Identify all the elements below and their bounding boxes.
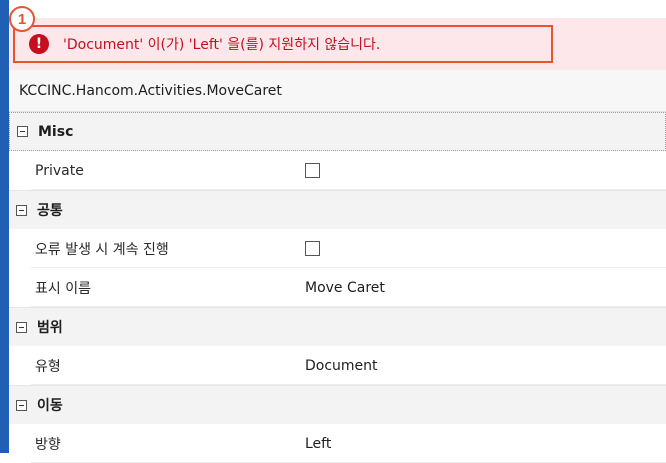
private-checkbox[interactable] [305, 163, 320, 178]
category-misc[interactable]: Misc [9, 112, 666, 151]
error-highlight-box: ! 'Document' 이(가) 'Left' 을(를) 지원하지 않습니다. [13, 25, 553, 63]
category-label: Misc [38, 123, 74, 140]
collapse-icon[interactable] [17, 126, 28, 137]
property-label: 오류 발생 시 계속 진행 [35, 241, 169, 258]
property-label: Private [35, 162, 84, 179]
property-label: 방향 [35, 436, 61, 453]
category-scope[interactable]: 범위 [9, 307, 666, 346]
property-row-type[interactable]: 유형 Document [9, 346, 666, 385]
category-label: 범위 [37, 320, 63, 336]
activity-class-name: KCCINC.Hancom.Activities.MoveCaret [9, 70, 666, 112]
category-label: 공통 [37, 203, 63, 219]
error-message: 'Document' 이(가) 'Left' 을(를) 지원하지 않습니다. [63, 37, 381, 53]
collapse-icon[interactable] [16, 399, 27, 411]
property-label: 표시 이름 [35, 280, 91, 297]
property-row-private[interactable]: Private [9, 151, 666, 190]
property-row-continue-on-error[interactable]: 오류 발생 시 계속 진행 [9, 229, 666, 268]
category-move[interactable]: 이동 [9, 385, 666, 424]
display-name-value[interactable]: Move Caret [305, 280, 385, 296]
category-label: 이동 [37, 398, 63, 414]
direction-value[interactable]: Left [305, 436, 331, 452]
property-row-direction[interactable]: 방향 Left [9, 424, 666, 463]
property-row-display-name[interactable]: 표시 이름 Move Caret [9, 268, 666, 307]
left-accent-bar [0, 0, 9, 453]
continue-on-error-checkbox[interactable] [305, 241, 320, 256]
type-value[interactable]: Document [305, 358, 378, 374]
property-label: 유형 [35, 358, 61, 375]
step-badge: 1 [9, 6, 35, 32]
error-circle-icon: ! [29, 34, 49, 54]
category-common[interactable]: 공통 [9, 190, 666, 229]
collapse-icon[interactable] [16, 204, 27, 216]
collapse-icon[interactable] [16, 321, 27, 333]
property-grid: Misc Private 공통 오류 발생 시 계속 진행 표시 이름 Move… [9, 112, 666, 463]
class-name-text: KCCINC.Hancom.Activities.MoveCaret [19, 82, 282, 99]
